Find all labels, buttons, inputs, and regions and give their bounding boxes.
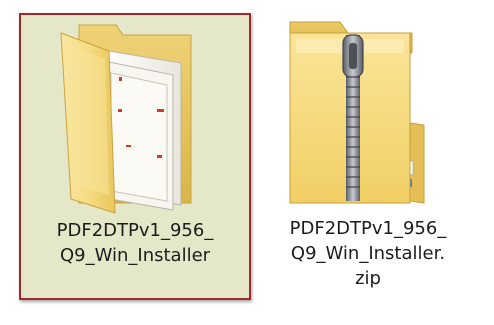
file-label-line: PDF2DTPv1_956_ xyxy=(56,220,214,241)
open-folder-icon xyxy=(21,15,249,220)
file-label-line: Q9_Win_Installer xyxy=(59,245,211,266)
file-label: PDF2DTPv1_956_ Q9_Win_Installer xyxy=(21,218,249,268)
file-item-folder[interactable]: PDF2DTPv1_956_ Q9_Win_Installer xyxy=(19,13,251,300)
file-label-line: Q9_Win_Installer. xyxy=(290,243,446,264)
file-explorer-view: PDF2DTPv1_956_ Q9_Win_Installer PDF2DTPv… xyxy=(0,0,494,325)
file-item-zip[interactable]: PDF2DTPv1_956_ Q9_Win_Installer. zip xyxy=(262,13,474,300)
zip-folder-icon xyxy=(262,13,474,218)
file-label-line: zip xyxy=(355,268,381,289)
file-label: PDF2DTPv1_956_ Q9_Win_Installer. zip xyxy=(262,216,474,291)
file-label-line: PDF2DTPv1_956_ xyxy=(289,218,447,239)
